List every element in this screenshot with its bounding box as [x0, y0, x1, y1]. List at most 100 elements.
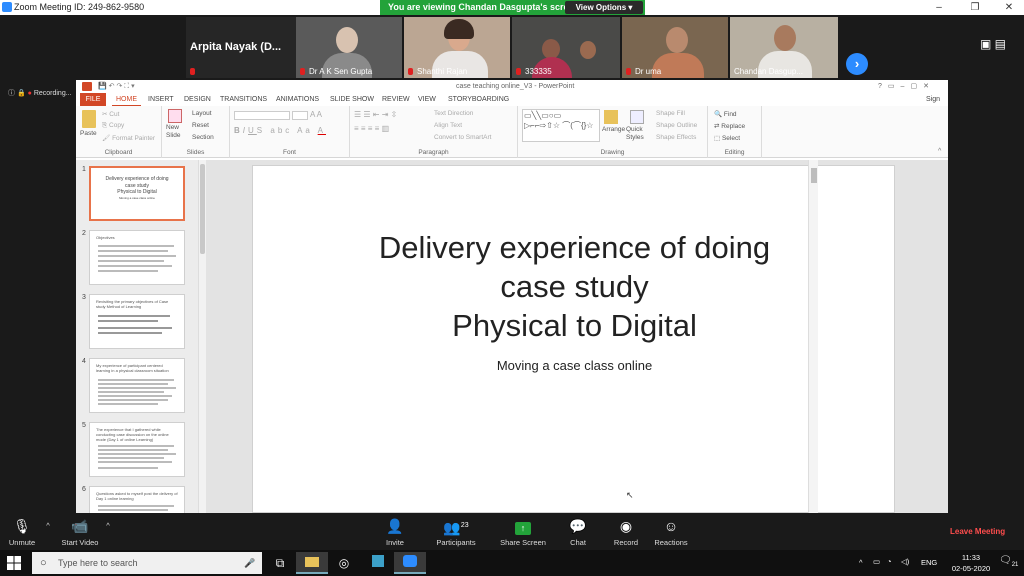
record-button[interactable]: ◉ Record: [610, 516, 642, 547]
tab-design[interactable]: DESIGN: [180, 93, 215, 106]
battery-icon[interactable]: ▭: [873, 557, 880, 566]
slide-thumbnail-3[interactable]: Revisiting the primary objectives of Cas…: [89, 294, 185, 349]
paste-button[interactable]: Paste: [80, 130, 97, 137]
chevron-right-icon[interactable]: ›: [846, 53, 868, 75]
close-icon[interactable]: ✕: [994, 0, 1024, 15]
chat-button[interactable]: 💬 Chat: [564, 516, 592, 547]
slide-subtitle[interactable]: Moving a case class online: [253, 358, 896, 373]
new-slide-button[interactable]: New Slide: [166, 124, 190, 140]
find-button[interactable]: 🔍 Find: [714, 110, 737, 118]
notes-app-icon[interactable]: [362, 552, 394, 574]
font-name-box[interactable]: [234, 111, 290, 120]
participants-button[interactable]: 👥23 Participants: [432, 516, 480, 547]
list-icons[interactable]: ☰ ☰ ⇤ ⇥ ⇳: [354, 110, 397, 119]
quick-styles-button[interactable]: Quick Styles: [626, 126, 650, 142]
notifications-icon[interactable]: 🗨21: [999, 555, 1018, 568]
slide-thumbnail-2[interactable]: Objectives: [89, 230, 185, 285]
slide-thumbnail-4[interactable]: My experience of participant centered le…: [89, 358, 185, 413]
close-icon[interactable]: ✕: [923, 83, 935, 90]
tab-view[interactable]: VIEW: [414, 93, 440, 106]
slide-scrollbar[interactable]: [808, 160, 818, 513]
network-icon[interactable]: ◔: [887, 557, 892, 566]
abc-button[interactable]: abc: [270, 126, 292, 135]
task-view-icon[interactable]: ⧉: [264, 552, 296, 574]
font-color-button[interactable]: A: [318, 126, 326, 135]
video-tile[interactable]: Dr uma: [622, 17, 728, 78]
bold-button[interactable]: B: [234, 126, 243, 135]
help-icon[interactable]: ?: [878, 83, 888, 90]
video-tile[interactable]: Shanthi Rajan: [404, 17, 510, 78]
microphone-icon[interactable]: 🎤: [244, 552, 255, 574]
change-case-button[interactable]: Aa: [297, 126, 313, 135]
share-screen-button[interactable]: ↑ Share Screen: [498, 516, 548, 547]
slide-thumbnail-1[interactable]: Delivery experience of doing case study …: [89, 166, 185, 221]
slide-thumbnail-5[interactable]: The experience that I gathered while con…: [89, 422, 185, 477]
reset-button[interactable]: Reset: [192, 122, 209, 129]
underline-button[interactable]: U: [248, 126, 257, 135]
strike-button[interactable]: S: [257, 126, 265, 135]
minimize-icon[interactable]: –: [901, 83, 911, 90]
thumbnails-scrollbar[interactable]: [198, 160, 206, 513]
paste-icon[interactable]: [82, 110, 96, 128]
view-options-button[interactable]: View Options ▾: [565, 1, 643, 14]
gallery-layout-icon[interactable]: ▣ ▤: [980, 37, 1006, 51]
clock-time[interactable]: 11:33: [951, 553, 991, 562]
tab-home[interactable]: HOME: [112, 93, 141, 106]
file-explorer-icon[interactable]: [296, 552, 328, 574]
shape-effects-button[interactable]: Shape Effects: [656, 134, 696, 141]
tab-review[interactable]: REVIEW: [378, 93, 414, 106]
taskbar-search-box[interactable]: ○ Type here to search 🎤: [32, 552, 262, 574]
arrange-button[interactable]: Arrange: [602, 126, 625, 133]
new-slide-icon[interactable]: [168, 109, 182, 123]
video-tile[interactable]: 333335: [512, 17, 620, 78]
video-tile[interactable]: Arpita Nayak (D...: [186, 17, 296, 78]
convert-smartart-button[interactable]: Convert to SmartArt: [434, 134, 491, 141]
copy-button[interactable]: ⎘ Copy: [102, 122, 124, 130]
quick-access-icons[interactable]: 💾 ↶ ↷ ⛶ ▾: [98, 80, 135, 93]
format-painter-button[interactable]: 🖌 Format Painter: [102, 134, 155, 142]
slide-thumbnail-6[interactable]: Questions asked to myself post the deliv…: [89, 486, 185, 513]
sign-in-link[interactable]: Sign in: [922, 93, 948, 116]
font-size-box[interactable]: [292, 111, 308, 120]
clock-date[interactable]: 02-05-2020: [945, 564, 997, 573]
video-options-chevron-icon[interactable]: ^: [102, 521, 114, 530]
volume-icon[interactable]: ◁): [901, 557, 909, 566]
cut-button[interactable]: ✂ Cut: [102, 110, 119, 118]
slide-title[interactable]: Delivery experience of doing case study …: [253, 229, 896, 345]
align-text-button[interactable]: Align Text: [434, 122, 462, 129]
tab-transitions[interactable]: TRANSITIONS: [216, 93, 271, 106]
invite-button[interactable]: 👤 Invite: [380, 516, 410, 547]
reactions-button[interactable]: ☺ Reactions: [652, 516, 690, 547]
maximize-icon[interactable]: ▢: [910, 83, 923, 90]
video-tile[interactable]: Dr A K Sen Gupta: [296, 17, 402, 78]
font-format-buttons[interactable]: BIUS abc Aa A: [234, 126, 326, 135]
replace-button[interactable]: ⇄ Replace: [714, 122, 745, 130]
minimize-icon[interactable]: –: [924, 0, 954, 15]
audio-options-chevron-icon[interactable]: ^: [42, 521, 54, 530]
section-button[interactable]: Section: [192, 134, 214, 141]
layout-button[interactable]: Layout: [192, 110, 212, 117]
windows-start-icon[interactable]: [6, 555, 22, 571]
collapse-ribbon-icon[interactable]: ^: [938, 148, 941, 155]
text-direction-button[interactable]: Text Direction: [434, 110, 473, 117]
zoom-app-icon[interactable]: [394, 552, 426, 574]
unmute-button[interactable]: 🎙 Unmute: [4, 516, 40, 547]
tab-insert[interactable]: INSERT: [144, 93, 178, 106]
tab-slide-show[interactable]: SLIDE SHOW: [326, 93, 378, 106]
maximize-icon[interactable]: ❐: [960, 0, 990, 15]
arrange-icon[interactable]: [604, 110, 618, 124]
video-tile[interactable]: Chandan Dasgup...: [730, 17, 838, 78]
align-icons[interactable]: ≡ ≡ ≡ ≡ ▥: [354, 124, 389, 133]
tab-animations[interactable]: ANIMATIONS: [272, 93, 323, 106]
language-indicator[interactable]: ENG: [921, 558, 937, 567]
ribbon-options-icon[interactable]: ▭: [888, 83, 901, 90]
font-grow-icon[interactable]: A A: [310, 110, 322, 119]
quick-styles-icon[interactable]: [630, 110, 644, 124]
tab-storyboarding[interactable]: STORYBOARDING: [444, 93, 513, 106]
select-button[interactable]: ⬚ Select: [714, 134, 740, 142]
ppt-window-controls[interactable]: ?▭–▢✕: [878, 80, 935, 93]
current-slide[interactable]: Delivery experience of doing case study …: [252, 165, 895, 513]
shapes-gallery[interactable]: ▭╲╲▭○▭ ▷⌐⌐⇨⇧☆ ⌒(⌒{}☆: [522, 109, 600, 142]
tray-chevron-icon[interactable]: ^: [859, 558, 863, 567]
start-video-button[interactable]: 📹 Start Video: [58, 516, 102, 547]
